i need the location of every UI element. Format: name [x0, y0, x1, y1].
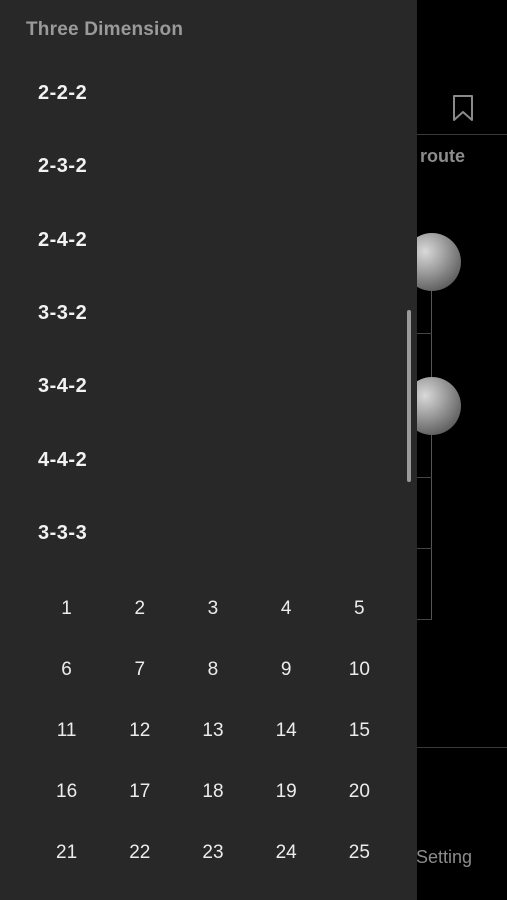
level-number-21[interactable]: 21: [30, 823, 103, 884]
bookmark-icon[interactable]: [451, 94, 475, 122]
level-number-7[interactable]: 7: [103, 639, 176, 700]
menu-item-4-4-2[interactable]: 4-4-2: [38, 449, 87, 472]
menu-item-3-3-3[interactable]: 3-3-3: [38, 522, 87, 545]
level-number-15[interactable]: 15: [323, 700, 396, 761]
menu-item-3-3-2[interactable]: 3-3-2: [38, 302, 87, 325]
level-number-17[interactable]: 17: [103, 762, 176, 823]
level-number-9[interactable]: 9: [250, 639, 323, 700]
level-number-18[interactable]: 18: [176, 762, 249, 823]
drawer-title: Three Dimension: [26, 19, 184, 40]
drawer-scrollbar[interactable]: [407, 310, 411, 482]
board-line: [431, 262, 432, 620]
level-number-2[interactable]: 2: [103, 578, 176, 639]
level-number-10[interactable]: 10: [323, 639, 396, 700]
level-number-16[interactable]: 16: [30, 762, 103, 823]
level-number-1[interactable]: 1: [30, 578, 103, 639]
menu-item-2-2-2[interactable]: 2-2-2: [38, 82, 87, 105]
level-number-25[interactable]: 25: [323, 823, 396, 884]
level-number-5[interactable]: 5: [323, 578, 396, 639]
level-number-4[interactable]: 4: [250, 578, 323, 639]
level-number-grid: 1 2 3 4 5 6 7 8 9 10 11 12 13 14 15 16 1…: [30, 578, 396, 884]
level-number-22[interactable]: 22: [103, 823, 176, 884]
level-number-14[interactable]: 14: [250, 700, 323, 761]
level-number-19[interactable]: 19: [250, 762, 323, 823]
level-number-12[interactable]: 12: [103, 700, 176, 761]
route-tab-label[interactable]: route: [420, 146, 465, 167]
setting-tab-label[interactable]: Setting: [416, 847, 472, 868]
level-number-24[interactable]: 24: [250, 823, 323, 884]
level-number-3[interactable]: 3: [176, 578, 249, 639]
side-drawer: Three Dimension 2-2-2 2-3-2 2-4-2 3-3-2 …: [0, 0, 417, 900]
level-number-20[interactable]: 20: [323, 762, 396, 823]
menu-item-2-3-2[interactable]: 2-3-2: [38, 155, 87, 178]
menu-item-2-4-2[interactable]: 2-4-2: [38, 229, 87, 252]
app-screen: route Setting Three Dimension 2-2-2 2-3-…: [0, 0, 507, 900]
menu-item-3-4-2[interactable]: 3-4-2: [38, 375, 87, 398]
level-number-6[interactable]: 6: [30, 639, 103, 700]
level-number-23[interactable]: 23: [176, 823, 249, 884]
level-number-11[interactable]: 11: [30, 700, 103, 761]
level-number-13[interactable]: 13: [176, 700, 249, 761]
level-number-8[interactable]: 8: [176, 639, 249, 700]
